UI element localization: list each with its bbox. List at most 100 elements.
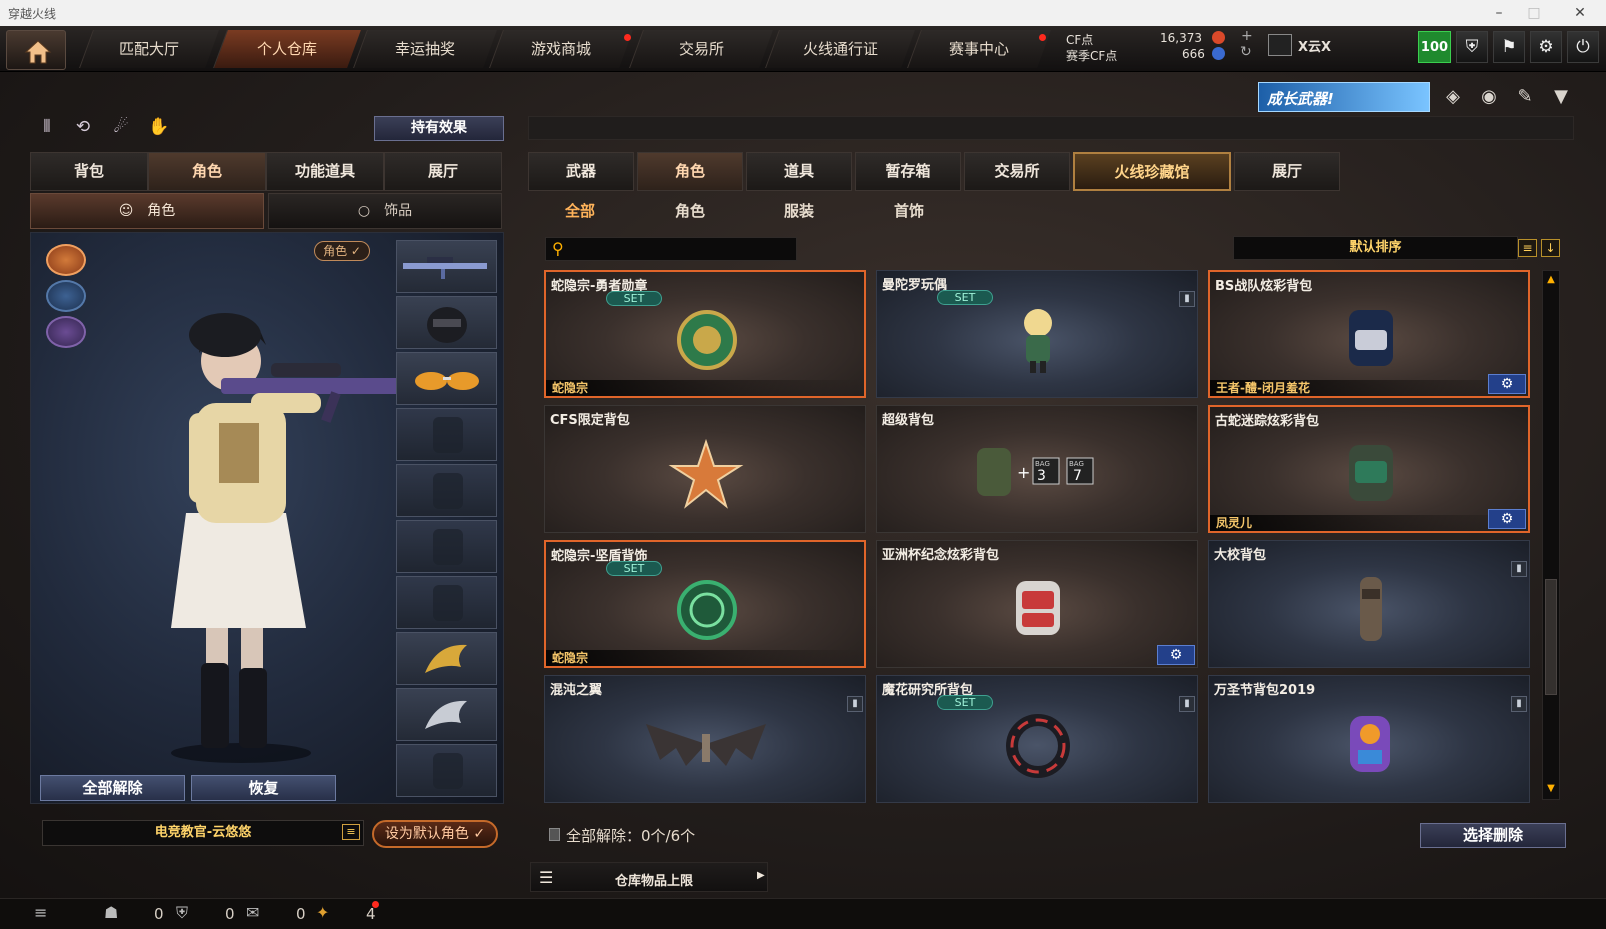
tab-items[interactable]: 道具 (746, 152, 852, 191)
equip-slot-armor[interactable] (396, 464, 497, 517)
item-card[interactable]: CFS限定背包 (544, 405, 866, 533)
nav-tab-pass[interactable]: 火线通行证 (765, 30, 915, 68)
glove-icon[interactable]: ✋ (146, 117, 172, 141)
friends-icon[interactable]: ☗ (104, 903, 118, 922)
nav-tab-lottery[interactable]: 幸运抽奖 (353, 30, 497, 68)
gear-icon[interactable]: ⚙ (1488, 374, 1526, 394)
select-delete-button[interactable]: 选择删除 (1420, 823, 1566, 848)
item-card[interactable]: BS战队炫彩背包 王者-醴-闭月羞花 ⚙ (1208, 270, 1530, 398)
holding-effects-button[interactable]: 持有效果 (374, 116, 504, 141)
trash-icon[interactable]: ▮ (847, 696, 863, 712)
item-card[interactable]: 大校背包 ▮ (1208, 540, 1530, 668)
item-card[interactable]: 蛇隐宗-勇者勋章 SET 蛇隐宗 (544, 270, 866, 398)
subtab-all[interactable]: 全部 (565, 200, 595, 221)
item-card[interactable]: 古蛇迷踪炫彩背包 凤灵儿 ⚙ (1208, 405, 1530, 533)
sort-down-icon[interactable]: ↓ (1541, 239, 1560, 257)
list-icon[interactable]: ≡ (1518, 239, 1537, 257)
equip-slot-pants[interactable] (396, 576, 497, 629)
add-icon[interactable]: + (1241, 28, 1253, 44)
scroll-up-icon[interactable]: ▲ (1545, 274, 1557, 286)
equip-slot-vest[interactable] (396, 408, 497, 461)
wing-icon[interactable] (46, 316, 86, 348)
item-card[interactable]: 蛇隐宗-坚盾背饰 SET 蛇隐宗 (544, 540, 866, 668)
equip-slot-helmet[interactable] (396, 296, 497, 349)
expand-arrow-icon[interactable]: ▶ (757, 870, 765, 881)
item-list-scrollbar[interactable]: ▲ ▼ (1542, 270, 1560, 800)
badge-icon[interactable]: ◈ (1440, 86, 1466, 110)
home-button[interactable] (6, 30, 66, 70)
team-icon[interactable] (46, 280, 86, 312)
tab-showroom[interactable]: 展厅 (384, 152, 502, 191)
trash-icon[interactable]: ▮ (1511, 696, 1527, 712)
stats-icon[interactable]: ⫴ (34, 117, 60, 141)
tab-collection[interactable]: 火线珍藏馆 (1073, 152, 1231, 191)
faction-icon[interactable] (46, 244, 86, 276)
growth-weapon-banner[interactable]: 成长武器! (1258, 82, 1430, 112)
subtab-accessories[interactable]: ○ 饰品 (268, 193, 502, 229)
equip-slot-backpack[interactable] (396, 744, 497, 797)
equip-slot-pet-gold[interactable] (396, 632, 497, 685)
trash-icon[interactable]: ▮ (1511, 561, 1527, 577)
subtab-character[interactable]: ☺ 角色 (30, 193, 264, 229)
chat-icon[interactable]: ✉ (246, 903, 259, 922)
refresh-icon[interactable]: ↻ (1240, 44, 1252, 60)
sort-dropdown[interactable]: 默认排序 (1233, 236, 1518, 260)
maximize-icon[interactable]: □ (1522, 3, 1546, 23)
equip-slot-weapon[interactable] (396, 240, 497, 293)
set-default-character-button[interactable]: 设为默认角色 ✓ (372, 820, 498, 848)
tab-weapons[interactable]: 武器 (528, 152, 634, 191)
power-icon[interactable]: ⏻ (1567, 31, 1599, 63)
tab-exchange[interactable]: 交易所 (964, 152, 1070, 191)
layers-icon: ☰ (539, 868, 554, 887)
trash-icon[interactable]: ▮ (1179, 696, 1195, 712)
equip-slot-pet-silver[interactable] (396, 688, 497, 741)
gear-icon[interactable]: ⚙ (1530, 31, 1562, 63)
item-card[interactable]: 万圣节背包2019 ▮ (1208, 675, 1530, 803)
nav-tab-exchange[interactable]: 交易所 (629, 30, 773, 68)
clan-shield-icon[interactable]: ⛨ (176, 903, 188, 923)
gift-icon[interactable]: ✦ (316, 903, 329, 922)
subtab-clothing[interactable]: 服装 (784, 200, 814, 221)
subtab-jewelry[interactable]: 首饰 (894, 200, 924, 221)
username[interactable]: X云X (1298, 36, 1331, 55)
right-header-bar (528, 116, 1574, 140)
close-icon[interactable]: ✕ (1568, 3, 1592, 23)
item-card[interactable]: 曼陀罗玩偶 SET ▮ (876, 270, 1198, 398)
equip-slot-glasses[interactable] (396, 352, 497, 405)
tab-roles[interactable]: 角色 (637, 152, 743, 191)
nav-tab-events[interactable]: 赛事中心 (907, 30, 1051, 68)
tab-function-items[interactable]: 功能道具 (266, 152, 384, 191)
equip-slot-body[interactable] (396, 520, 497, 573)
warehouse-capacity-bar[interactable]: ☰ 仓库物品上限 ▶ (530, 862, 768, 892)
tab-character[interactable]: 角色 (148, 152, 266, 191)
item-card[interactable]: 混沌之翼 ▮ (544, 675, 866, 803)
search-input[interactable]: ⚲ (545, 237, 797, 261)
subtab-role[interactable]: 角色 (675, 200, 705, 221)
pen-icon[interactable]: ✎ (1512, 86, 1538, 110)
shield-icon[interactable]: ⛨ (1456, 31, 1488, 63)
scroll-down-icon[interactable]: ▼ (1545, 783, 1557, 795)
minimize-icon[interactable]: – (1487, 3, 1511, 23)
trash-icon[interactable]: ▮ (1179, 291, 1195, 307)
tab-showroom-right[interactable]: 展厅 (1234, 152, 1340, 191)
rotate-icon[interactable]: ⟲ (70, 117, 96, 141)
nav-tab-shop[interactable]: 游戏商城 (489, 30, 633, 68)
pose-icon[interactable]: ☄ (108, 117, 134, 141)
nav-tab-match-hall[interactable]: 匹配大厅 (79, 30, 219, 68)
nav-tab-warehouse[interactable]: 个人仓库 (213, 30, 361, 68)
flag-icon[interactable]: ⚑ (1493, 31, 1525, 63)
tab-storage-box[interactable]: 暂存箱 (855, 152, 961, 191)
restore-button[interactable]: 恢复 (191, 775, 336, 801)
menu-icon[interactable]: ≡ (342, 824, 360, 840)
scroll-thumb[interactable] (1545, 579, 1557, 695)
gear-icon[interactable]: ⚙ (1488, 509, 1526, 529)
gear-icon[interactable]: ⚙ (1157, 645, 1195, 665)
v-emblem-icon[interactable]: ▼ (1548, 86, 1574, 110)
item-card[interactable]: 亚洲杯纪念炫彩背包 ⚙ (876, 540, 1198, 668)
item-card[interactable]: 魔花研究所背包 SET ▮ (876, 675, 1198, 803)
menu-list-icon[interactable]: ≡ (34, 903, 47, 922)
globe-icon[interactable]: ◉ (1476, 86, 1502, 110)
tab-backpack[interactable]: 背包 (30, 152, 148, 191)
unequip-all-button[interactable]: 全部解除 (40, 775, 185, 801)
item-card[interactable]: 超级背包 +3 7 BAG BAG (876, 405, 1198, 533)
